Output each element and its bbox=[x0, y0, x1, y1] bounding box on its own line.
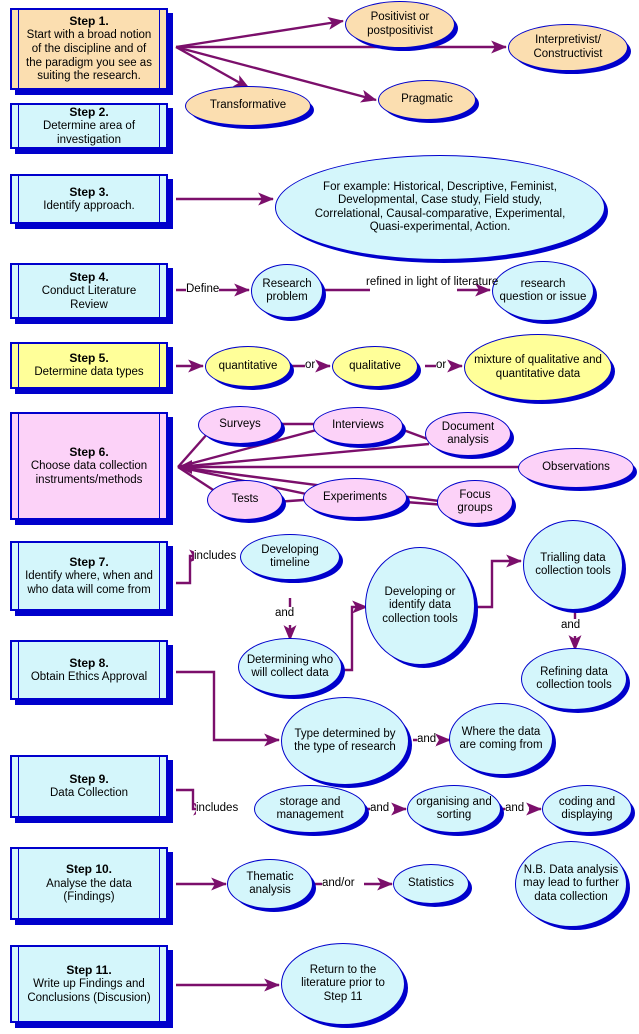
node-developing-timeline[interactable]: Developing timeline bbox=[240, 534, 340, 580]
step-8-body: Obtain Ethics Approval bbox=[30, 670, 148, 683]
node-refining-tools[interactable]: Refining data collection tools bbox=[521, 648, 627, 710]
node-organising[interactable]: organising and sorting bbox=[407, 785, 501, 833]
step-box-9[interactable]: Step 9. Data Collection bbox=[10, 755, 168, 818]
step-8-title: Step 8. bbox=[69, 655, 109, 670]
node-thematic-analysis[interactable]: Thematic analysis bbox=[227, 859, 313, 909]
node-focus-groups[interactable]: Focus groups bbox=[437, 480, 513, 524]
node-mixture[interactable]: mixture of qualitative and quantitative … bbox=[464, 334, 612, 401]
step-2-body: Determine area of investigation bbox=[42, 120, 136, 146]
node-developing-tools[interactable]: Developing or identify data collection t… bbox=[365, 547, 475, 665]
step-3-body: Identify approach. bbox=[43, 199, 135, 212]
step-3-title: Step 3. bbox=[69, 184, 109, 199]
node-experiments[interactable]: Experiments bbox=[303, 478, 407, 518]
node-trialling-tools[interactable]: Trialling data collection tools bbox=[523, 520, 623, 610]
step-box-4[interactable]: Step 4. Conduct Literature Review bbox=[10, 263, 168, 319]
step-10-body: Analyse the data (Findings) bbox=[46, 877, 132, 904]
node-approaches[interactable]: For example: Historical, Descriptive, Fe… bbox=[275, 155, 605, 260]
node-quantitative[interactable]: quantitative bbox=[205, 346, 291, 387]
node-interpretivist[interactable]: Interpretivist/ Constructivist bbox=[508, 24, 628, 71]
step-box-8[interactable]: Step 8. Obtain Ethics Approval bbox=[10, 640, 168, 700]
edge-label-define: Define bbox=[186, 283, 220, 297]
edge-label-refined: refined in light of literature bbox=[366, 276, 499, 288]
edge-label-and-trialling: and bbox=[561, 619, 581, 633]
edge-label-or-2: or bbox=[436, 359, 447, 373]
step-box-1[interactable]: Step 1. Start with a broad notion of the… bbox=[10, 8, 168, 90]
step-5-body: Determine data types bbox=[34, 366, 144, 379]
step-5-title: Step 5. bbox=[69, 351, 109, 366]
step-11-title: Step 11. bbox=[66, 962, 112, 977]
node-where-data[interactable]: Where the data are coming from bbox=[449, 703, 553, 775]
node-tests[interactable]: Tests bbox=[207, 480, 283, 520]
edge-label-or-1: or bbox=[305, 359, 316, 373]
node-research-problem[interactable]: Research problem bbox=[251, 264, 323, 318]
step-box-6[interactable]: Step 6. Choose data collection instrumen… bbox=[10, 412, 168, 520]
node-interviews[interactable]: Interviews bbox=[313, 407, 403, 445]
node-surveys[interactable]: Surveys bbox=[198, 406, 282, 444]
step-7-title: Step 7. bbox=[69, 554, 109, 569]
step-7-body: Identify where, when and who data will c… bbox=[25, 570, 153, 596]
step-4-body: Conduct Literature Review bbox=[41, 285, 137, 311]
step-11-body: Write up Findings and Conclusions (Discu… bbox=[27, 978, 151, 1004]
edge-label-and-timeline: and bbox=[275, 607, 295, 621]
step-4-title: Step 4. bbox=[69, 269, 109, 284]
node-qualitative[interactable]: qualitative bbox=[332, 346, 418, 387]
node-determining-who[interactable]: Determining who will collect data bbox=[238, 638, 342, 696]
node-type-determined[interactable]: Type determined by the type of research bbox=[281, 697, 409, 785]
step-2-title: Step 2. bbox=[69, 104, 109, 119]
node-positivist[interactable]: Positivist or postpositivist bbox=[345, 1, 455, 48]
node-pragmatic[interactable]: Pragmatic bbox=[378, 80, 476, 120]
step-box-11[interactable]: Step 11. Write up Findings and Conclusio… bbox=[10, 945, 168, 1023]
node-statistics[interactable]: Statistics bbox=[393, 864, 469, 904]
node-observations[interactable]: Observations bbox=[518, 448, 634, 488]
node-return-literature[interactable]: Return to the literature prior to Step 1… bbox=[281, 943, 405, 1025]
step-9-title: Step 9. bbox=[69, 772, 109, 787]
step-9-body: Data Collection bbox=[50, 787, 128, 800]
node-document-analysis[interactable]: Document analysis bbox=[425, 412, 511, 456]
step-box-2[interactable]: Step 2. Determine area of investigation bbox=[10, 103, 168, 149]
flowchart-canvas: Step 1. Start with a broad notion of the… bbox=[0, 0, 639, 1034]
edge-label-includes-7: includes bbox=[194, 550, 237, 564]
edge-label-includes-9: includes bbox=[196, 802, 239, 816]
node-nb-note[interactable]: N.B. Data analysis may lead to further d… bbox=[515, 841, 627, 927]
node-storage[interactable]: storage and management bbox=[254, 785, 366, 833]
edge-label-and-or: and/or bbox=[322, 877, 355, 891]
step-1-title: Step 1. bbox=[69, 14, 109, 29]
step-box-3[interactable]: Step 3. Identify approach. bbox=[10, 174, 168, 224]
step-1-body: Start with a broad notion of the discipl… bbox=[26, 29, 152, 83]
node-coding[interactable]: coding and displaying bbox=[542, 785, 632, 833]
node-research-question[interactable]: research question or issue bbox=[492, 261, 594, 321]
edge-label-and-organising: and bbox=[505, 802, 525, 816]
step-box-10[interactable]: Step 10. Analyse the data (Findings) bbox=[10, 847, 168, 920]
edge-label-and-type: and bbox=[417, 733, 437, 747]
step-10-title: Step 10. bbox=[65, 862, 113, 877]
step-6-title: Step 6. bbox=[69, 444, 109, 459]
step-6-body: Choose data collection instruments/metho… bbox=[30, 460, 148, 486]
node-transformative[interactable]: Transformative bbox=[185, 86, 311, 126]
step-box-7[interactable]: Step 7. Identify where, when and who dat… bbox=[10, 541, 168, 611]
step-box-5[interactable]: Step 5. Determine data types bbox=[10, 342, 168, 389]
edge-label-and-storage: and bbox=[370, 802, 390, 816]
